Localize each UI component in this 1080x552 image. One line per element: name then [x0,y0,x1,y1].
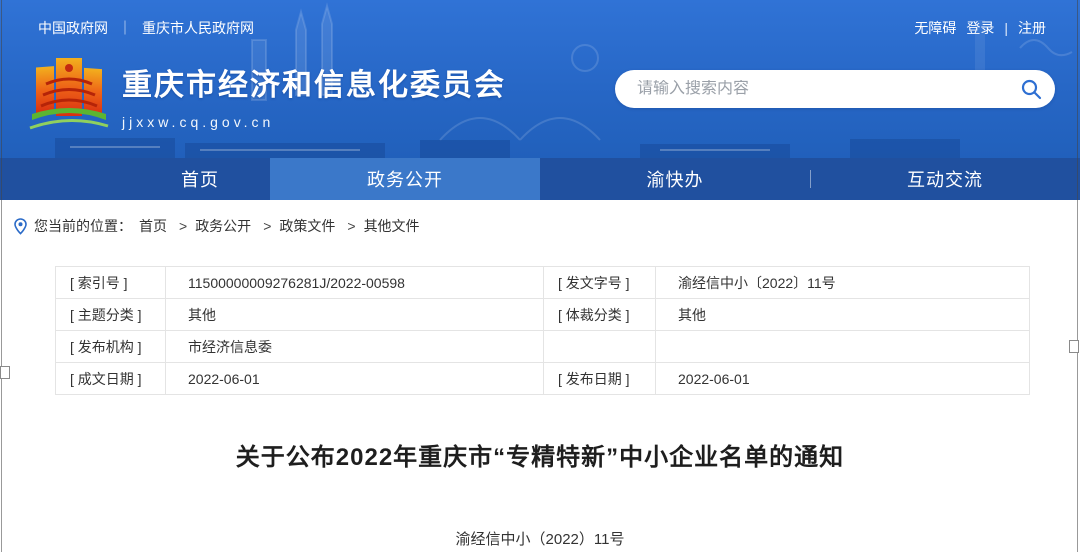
breadcrumb-item-home[interactable]: 首页 [139,216,167,236]
page-title: 关于公布2022年重庆市“专精特新”中小企业名单的通知 [0,437,1080,472]
meta-label-empty [544,331,656,363]
meta-value-topic-class: 其他 [166,299,544,331]
nav-tab-home[interactable]: 首页 [0,158,270,200]
document-number: 渝经信中小（2022）11号 [0,528,1080,549]
breadcrumb-item-other-files[interactable]: 其他文件 [364,216,420,236]
meta-label-written-date: [ 成文日期 ] [56,363,166,395]
meta-label-index-no: [ 索引号 ] [56,267,166,299]
table-row: [ 成文日期 ] 2022-06-01 [ 发布日期 ] 2022-06-01 [56,363,1030,395]
search-bar [615,70,1055,108]
search-input[interactable] [615,80,1007,98]
meta-label-topic-class: [ 主题分类 ] [56,299,166,331]
table-row: [ 主题分类 ] 其他 [ 体裁分类 ] 其他 [56,299,1030,331]
meta-label-doc-symbol: [ 发文字号 ] [544,267,656,299]
nav-tab-yukuaiban[interactable]: 渝快办 [540,158,810,200]
breadcrumb-prefix: 您当前的位置： [34,216,132,236]
nav-tab-interaction[interactable]: 互动交流 [810,158,1080,200]
table-row: [ 索引号 ] 11500000009276281J/2022-00598 [ … [56,267,1030,299]
document-meta-table: [ 索引号 ] 11500000009276281J/2022-00598 [ … [55,266,1030,395]
search-icon [1020,78,1042,100]
login-register-divider: | [1004,20,1008,36]
link-china-gov[interactable]: 中国政府网 [38,18,108,38]
meta-value-genre-class: 其他 [656,299,1030,331]
link-accessibility[interactable]: 无障碍 [914,18,956,38]
selection-edge-right [1077,0,1078,552]
site-banner: 中国政府网 ｜ 重庆市人民政府网 无障碍 登录 | 注册 [0,0,1080,158]
search-button[interactable] [1007,70,1055,108]
resize-handle-right[interactable] [1069,340,1079,353]
resize-handle-left[interactable] [0,366,10,379]
breadcrumb-item-policy-files[interactable]: 政策文件 [279,216,335,236]
main-nav: 首页 政务公开 渝快办 互动交流 [0,158,1080,200]
meta-label-genre-class: [ 体裁分类 ] [544,299,656,331]
meta-value-empty [656,331,1030,363]
meta-value-publish-date: 2022-06-01 [656,363,1030,395]
breadcrumb-separator: > [263,218,271,234]
meta-value-issuing-org: 市经济信息委 [166,331,544,363]
breadcrumb-separator: > [347,218,355,234]
brand-row: 重庆市经济和信息化委员会 jjxxw.cq.gov.cn [28,54,506,142]
meta-label-publish-date: [ 发布日期 ] [544,363,656,395]
breadcrumb-separator: > [179,218,187,234]
breadcrumb: 您当前的位置： 首页 > 政务公开 > 政策文件 > 其他文件 [0,200,1080,236]
meta-label-issuing-org: [ 发布机构 ] [56,331,166,363]
meta-value-doc-symbol: 渝经信中小〔2022〕11号 [656,267,1030,299]
meta-value-written-date: 2022-06-01 [166,363,544,395]
meta-value-index-no: 11500000009276281J/2022-00598 [166,267,544,299]
link-cq-gov[interactable]: 重庆市人民政府网 [142,18,254,38]
location-pin-icon [14,218,27,235]
agency-logo-icon[interactable] [28,54,110,142]
topbar-divider: ｜ [118,18,132,38]
link-register[interactable]: 注册 [1018,18,1046,38]
site-title: 重庆市经济和信息化委员会 [122,60,506,104]
topbar: 中国政府网 ｜ 重庆市人民政府网 无障碍 登录 | 注册 [38,18,1046,38]
breadcrumb-item-gov-affairs[interactable]: 政务公开 [195,216,251,236]
selection-edge-left [1,0,2,552]
table-row: [ 发布机构 ] 市经济信息委 [56,331,1030,363]
content-area: 您当前的位置： 首页 > 政务公开 > 政策文件 > 其他文件 [ 索引号 ] … [0,200,1080,552]
nav-tab-gov-affairs[interactable]: 政务公开 [270,158,540,200]
link-login[interactable]: 登录 [966,18,994,38]
site-url: jjxxw.cq.gov.cn [122,114,506,130]
